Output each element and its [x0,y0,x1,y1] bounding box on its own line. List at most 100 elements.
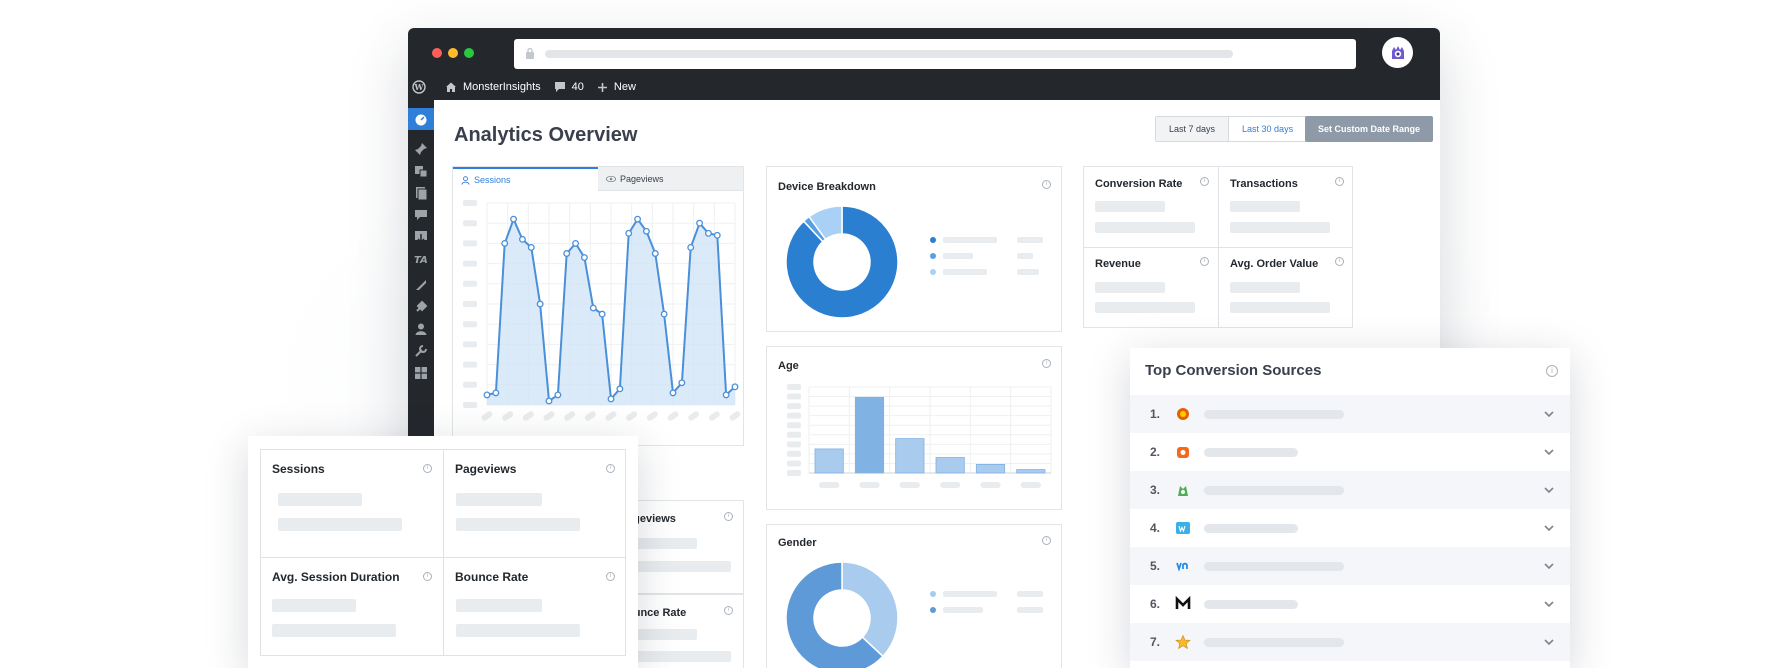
y-tick-label [787,422,801,429]
info-icon[interactable]: i [423,464,432,473]
svg-text:TA: TA [414,255,428,266]
chevron-down-icon[interactable] [1544,447,1554,457]
info-icon[interactable]: i [606,572,615,581]
list-item[interactable]: 4. [1130,509,1570,547]
ecommerce-stats-panel: Conversion Rate i Transactions i Revenue… [1083,166,1353,328]
maximize-window-icon[interactable] [464,48,474,58]
value-placeholder [278,493,362,506]
y-tick-label [787,441,801,448]
value-placeholder [272,599,356,612]
comments-count: 40 [571,81,584,93]
info-icon[interactable]: i [1042,359,1051,368]
tools-icon[interactable] [414,344,428,358]
value-placeholder [456,599,542,612]
plugins-icon[interactable] [414,300,428,314]
list-item[interactable]: 6. [1130,585,1570,623]
data-point [696,219,704,227]
gender-pie-chart [785,561,899,668]
info-icon[interactable]: i [1200,177,1209,186]
info-icon[interactable]: i [606,464,615,473]
dashboard-icon [415,114,427,126]
custom-date-range-button[interactable]: Set Custom Date Range [1305,116,1433,142]
info-icon[interactable]: i [724,606,733,615]
y-tick-label [787,431,801,438]
list-item[interactable]: 2. [1130,433,1570,471]
chevron-down-icon[interactable] [1544,523,1554,533]
thirstyaffiliates-icon[interactable]: TA [414,252,428,266]
info-icon[interactable]: i [1335,257,1344,266]
age-title: Age [778,360,799,372]
wp-admin-bar: W MonsterInsights 40 New [408,74,1440,100]
revenue-cell: Revenue i [1084,248,1219,328]
appearance-icon[interactable] [414,278,428,292]
x-tick-label [859,482,880,488]
avatar[interactable] [1382,37,1413,68]
chevron-down-icon[interactable] [1544,409,1554,419]
info-icon[interactable]: i [1042,536,1051,545]
last-30-days-button[interactable]: Last 30 days [1229,117,1307,141]
data-point [634,215,642,223]
x-tick-label [502,411,514,421]
medium-icon [1174,595,1192,613]
y-tick-label [463,341,477,348]
list-item[interactable]: 3. [1130,471,1570,509]
tab-pageviews[interactable]: Pageviews [598,167,743,191]
age-bar [935,457,965,474]
wordpress-logo-icon[interactable]: W [412,80,432,94]
admin-bar-site[interactable]: MonsterInsights [445,81,541,93]
media-icon[interactable] [414,164,428,178]
value-placeholder [1095,201,1165,212]
info-icon[interactable]: i [1335,177,1344,186]
admin-bar-comments[interactable]: 40 [554,81,584,93]
info-icon[interactable]: i [1042,180,1051,189]
list-item[interactable]: 1. [1130,395,1570,433]
chevron-down-icon[interactable] [1544,637,1554,647]
transactions-title: Transactions [1230,178,1298,190]
pages-icon[interactable] [414,186,428,200]
sidebar-item-insights[interactable] [408,108,434,130]
device-pie-chart [785,205,899,319]
date-range-toggle: Last 7 days Last 30 days [1155,116,1308,142]
chevron-down-icon[interactable] [1544,599,1554,609]
list-item[interactable]: 5. [1130,547,1570,585]
value-placeholder [456,518,580,531]
y-tick-label [463,301,477,307]
avg-session-duration-stat: Avg. Session Duration i [261,558,444,656]
conversion-rate-cell: Conversion Rate i [1084,167,1219,248]
users-icon[interactable] [414,322,428,336]
close-window-icon[interactable] [432,48,442,58]
rank: 3. [1149,483,1160,497]
pin-icon[interactable] [414,142,428,156]
data-point [678,379,686,387]
pie-slice [841,561,899,658]
admin-bar-new[interactable]: New [597,81,636,93]
value-placeholder [627,561,731,572]
info-icon[interactable]: i [724,512,733,521]
info-icon[interactable]: i [1546,365,1558,377]
chevron-down-icon[interactable] [1544,485,1554,495]
minimize-window-icon[interactable] [448,48,458,58]
info-icon[interactable]: i [1200,257,1209,266]
download-icon[interactable] [414,230,428,244]
star-icon [1174,633,1192,651]
address-bar[interactable] [514,39,1356,69]
bounce-rate-stat: Bounce Rate i [444,558,626,656]
list-item[interactable]: 7. [1130,623,1570,661]
x-tick-label [708,411,720,421]
source-name-placeholder [1204,485,1344,495]
tab-sessions[interactable]: Sessions [453,167,598,191]
comments-icon[interactable] [414,208,428,222]
settings-icon[interactable] [414,366,428,380]
info-icon[interactable]: i [423,572,432,581]
data-point [704,229,712,237]
pageviews-stat-title: Pageviews [455,462,517,476]
data-point [660,310,668,318]
user-icon [461,175,470,185]
last-7-days-button[interactable]: Last 7 days [1156,117,1230,141]
y-tick-label [463,321,477,328]
x-tick-label [564,411,576,421]
chevron-down-icon[interactable] [1544,561,1554,571]
svg-text:W: W [414,82,425,92]
stats-grid: Sessions i Pageviews i Avg. Session Dura… [260,449,626,656]
x-tick-label [481,411,493,421]
